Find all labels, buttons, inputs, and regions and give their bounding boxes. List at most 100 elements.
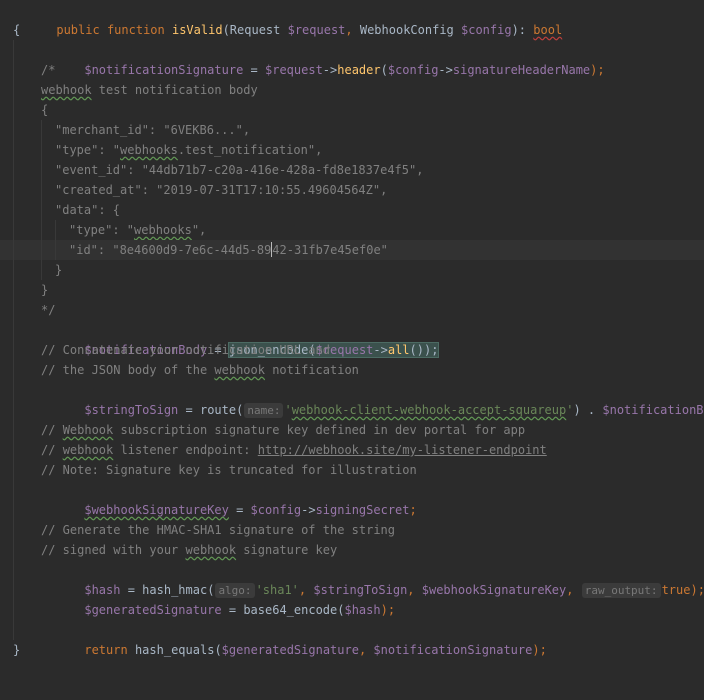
comment-word-webhook: webhook <box>185 543 237 557</box>
indent-guide <box>13 500 14 520</box>
code-line-31[interactable] <box>0 600 704 620</box>
code-line-26[interactable] <box>0 500 704 520</box>
comment-word-webhook: webhook <box>214 363 265 377</box>
indent-guide <box>13 180 14 200</box>
code-line-4[interactable]: /* <box>0 60 704 80</box>
indent-guide <box>13 360 14 380</box>
code-line-30[interactable]: $generatedSignature = base64_encode($has… <box>0 580 704 617</box>
indent-guide <box>13 320 14 340</box>
code-line-33[interactable]: } <box>0 640 704 660</box>
indent-guide <box>13 300 14 320</box>
comment-text: "type": " <box>55 143 121 157</box>
code-line-19[interactable]: // the JSON body of the webhook notifica… <box>0 360 704 380</box>
code-line-17[interactable]: $notificationBody = json_encode($request… <box>0 320 704 358</box>
indent-guide <box>13 520 14 540</box>
indent-guide <box>13 380 14 400</box>
comment-word-webhook: webhook <box>62 443 114 457</box>
indent-guide <box>13 600 14 620</box>
code-line-22[interactable]: // Webhook subscription signature key de… <box>0 420 704 440</box>
code-line-1[interactable]: public function isValid(Request $request… <box>0 0 704 37</box>
indent-guide <box>13 160 14 180</box>
comment-text: "id": "8e4600d9-7e6c-44d5-89 <box>69 243 272 257</box>
code-line-5[interactable]: webhook test notification body <box>0 80 704 100</box>
indent-guide <box>13 100 14 120</box>
indent-guide <box>55 240 56 260</box>
indent-guide <box>13 400 14 420</box>
indent-guide <box>13 340 14 360</box>
comment-text: { <box>41 103 49 117</box>
indent-guide <box>13 120 14 140</box>
line-comment: // <box>41 423 63 437</box>
line-comment: // the JSON body of the <box>41 363 215 377</box>
code-line-14[interactable]: } <box>0 260 704 280</box>
indent-guide <box>13 460 14 480</box>
code-line-6[interactable]: { <box>0 100 704 120</box>
code-line-2[interactable]: { <box>0 20 704 40</box>
comment-word-webhooks: webhooks <box>134 223 192 237</box>
indent-guide <box>41 180 42 200</box>
code-line-24[interactable]: // Note: Signature key is truncated for … <box>0 460 704 480</box>
indent-guide <box>13 620 14 640</box>
code-line-28[interactable]: // signed with your webhook signature ke… <box>0 540 704 560</box>
indent-guide <box>13 580 14 600</box>
comment-text: ", <box>191 223 207 237</box>
indent-guide <box>13 60 14 80</box>
comment-text: "merchant_id": "6VEKB6...", <box>55 123 251 137</box>
comment-word-webhooks: webhooks <box>120 143 178 157</box>
comment-text: "created_at": "2019-07-31T17:10:55.49604… <box>55 183 388 197</box>
code-line-7[interactable]: "merchant_id": "6VEKB6...", <box>0 120 704 140</box>
code-line-20[interactable]: $stringToSign = route(name:'webhook-clie… <box>0 380 704 418</box>
code-line-3[interactable]: $notificationSignature = $request->heade… <box>0 40 704 77</box>
comment-text: } <box>55 263 63 277</box>
comment-text: "data": { <box>55 203 121 217</box>
indent-guide <box>13 420 14 440</box>
indent-guide <box>41 240 42 260</box>
indent-guide <box>41 200 42 220</box>
code-line-8[interactable]: "type": "webhooks.test_notification", <box>0 140 704 160</box>
indent-guide <box>13 280 14 300</box>
indent-guide <box>41 140 42 160</box>
line-comment: // Note: Signature key is truncated for … <box>41 463 417 477</box>
code-line-32[interactable]: return hash_equals($generatedSignature, … <box>0 620 704 657</box>
code-line-9[interactable]: "event_id": "44db71b7-c20a-416e-428a-fd8… <box>0 160 704 180</box>
comment-word-webhook: webhook <box>41 83 92 97</box>
brace-open: { <box>13 23 21 37</box>
line-comment: signature key <box>236 543 338 557</box>
indent-guide <box>13 140 14 160</box>
comment-text: "event_id": "44db71b7-c20a-416e-428a-fd8… <box>55 163 424 177</box>
code-line-12[interactable]: "type": "webhooks", <box>0 220 704 240</box>
indent-guide <box>13 540 14 560</box>
comment-text: test notification body <box>91 83 258 97</box>
code-line-21[interactable] <box>0 400 704 420</box>
indent-guide <box>13 560 14 580</box>
indent-guide <box>13 200 14 220</box>
line-comment: listener endpoint: <box>113 443 258 457</box>
brace-close: } <box>13 643 21 657</box>
comment-text: "type": " <box>69 223 135 237</box>
indent-guide <box>13 440 14 460</box>
code-line-10[interactable]: "created_at": "2019-07-31T17:10:55.49604… <box>0 180 704 200</box>
code-line-15[interactable]: } <box>0 280 704 300</box>
indent-guide <box>41 260 42 280</box>
code-line-16[interactable]: */ <box>0 300 704 320</box>
indent-guide <box>13 80 14 100</box>
comment-text: } <box>41 283 49 297</box>
line-comment: // signed with your <box>41 543 186 557</box>
indent-guide <box>55 220 56 240</box>
code-line-13-current[interactable]: "id": "8e4600d9-7e6c-44d5-8942-31fb7e45e… <box>0 240 704 260</box>
comment-url-link[interactable]: http://webhook.site/my-listener-endpoint <box>258 443 547 457</box>
indent-guide <box>13 220 14 240</box>
code-line-23[interactable]: // webhook listener endpoint: http://web… <box>0 440 704 460</box>
comment-text: .test_notification", <box>177 143 323 157</box>
indent-guide <box>13 40 14 60</box>
indent-guide <box>41 160 42 180</box>
code-line-11[interactable]: "data": { <box>0 200 704 220</box>
indent-guide <box>13 260 14 280</box>
indent-guide <box>41 220 42 240</box>
indent-guide <box>13 240 14 260</box>
code-line-18[interactable]: // Concatenate your notification URL and <box>0 340 704 360</box>
code-line-27[interactable]: // Generate the HMAC-SHA1 signature of t… <box>0 520 704 540</box>
code-editor[interactable]: public function isValid(Request $request… <box>0 0 704 660</box>
code-line-25[interactable]: $webhookSignatureKey = $config->signingS… <box>0 480 704 517</box>
code-line-29[interactable]: $hash = hash_hmac(algo:'sha1', $stringTo… <box>0 560 704 598</box>
